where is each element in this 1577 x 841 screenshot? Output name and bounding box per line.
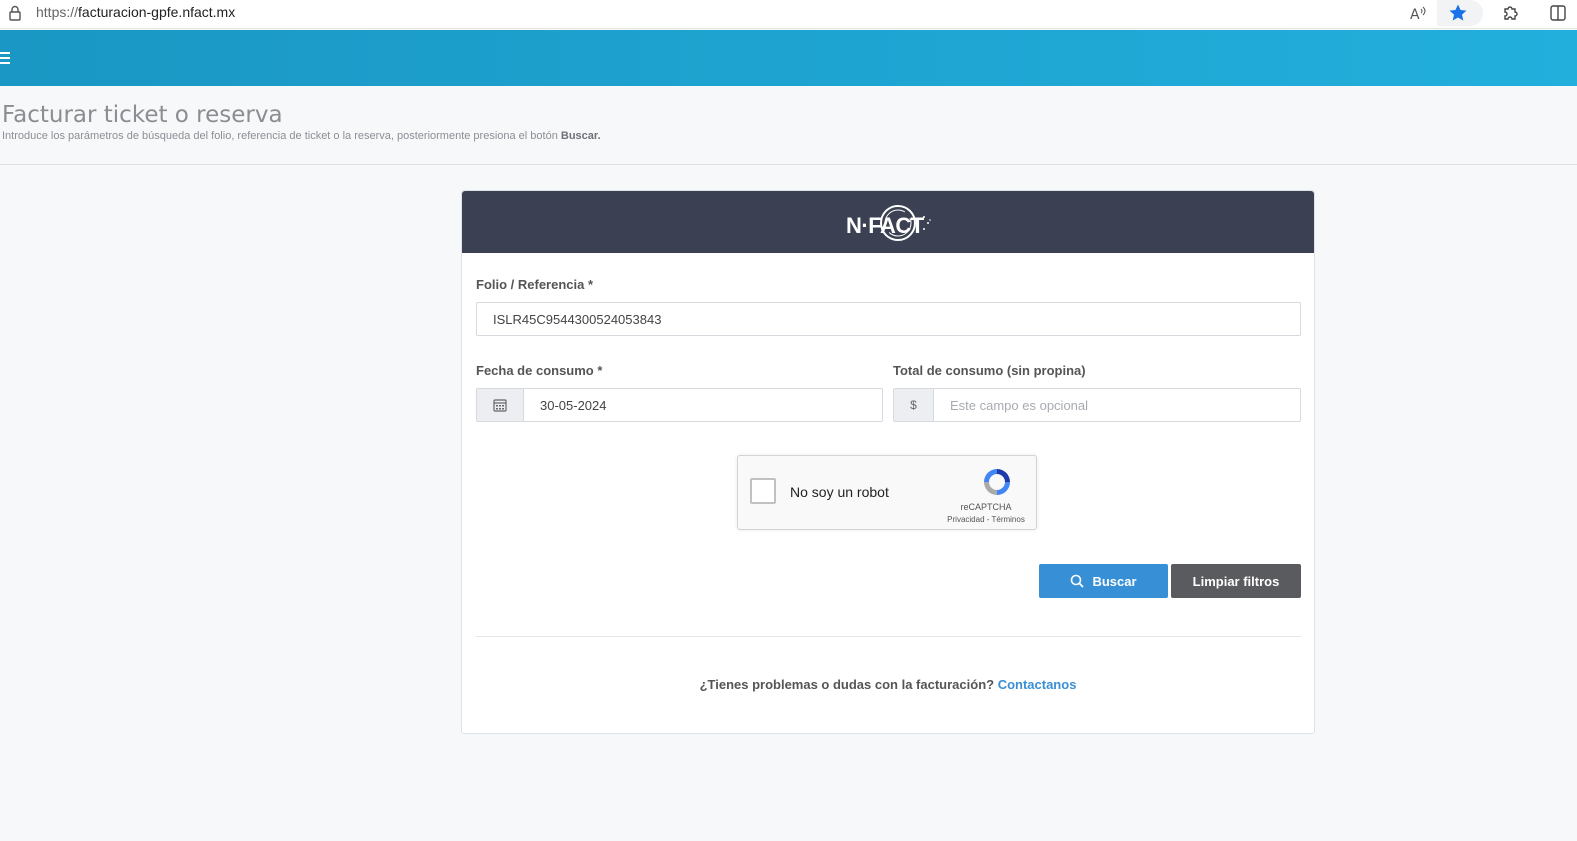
page-title: Facturar ticket o reserva [2, 102, 283, 128]
contact-link[interactable]: Contactanos [998, 677, 1077, 692]
app-header [0, 30, 1577, 86]
recaptcha-links[interactable]: Privacidad - Términos [934, 515, 1038, 524]
card-header: N·FACT [462, 191, 1314, 253]
read-aloud-icon[interactable]: A [1408, 3, 1428, 23]
page-header: Facturar ticket o reserva Introduce los … [0, 86, 1577, 165]
search-button[interactable]: Buscar [1039, 564, 1168, 598]
page-subtitle-text: Introduce los parámetros de búsqueda del… [2, 130, 561, 142]
favorite-star-icon[interactable] [1448, 3, 1468, 23]
total-input[interactable] [933, 388, 1301, 422]
extensions-icon[interactable] [1501, 3, 1521, 23]
browser-address-bar: https://facturacion-gpfe.nfact.mx A [0, 0, 1577, 29]
menu-hamburger-icon[interactable] [0, 52, 10, 64]
divider [476, 636, 1301, 637]
total-label: Total de consumo (sin propina) [893, 363, 1086, 378]
currency-addon: $ [893, 388, 934, 422]
recaptcha-label: No soy un robot [790, 484, 889, 500]
recaptcha-widget: No soy un robot reCAPTCHA Privacidad - T… [737, 455, 1037, 530]
fecha-input[interactable] [523, 388, 883, 422]
help-text: ¿Tienes problemas o dudas con la factura… [462, 677, 1314, 692]
search-button-label: Buscar [1092, 573, 1137, 589]
svg-text:A: A [1410, 7, 1420, 23]
help-question: ¿Tienes problemas o dudas con la factura… [699, 677, 998, 692]
recaptcha-logo-icon [984, 469, 1010, 495]
url-protocol: https:// [36, 4, 79, 20]
lock-icon[interactable] [8, 5, 22, 21]
folio-label: Folio / Referencia * [476, 277, 594, 292]
page-subtitle: Introduce los parámetros de búsqueda del… [2, 130, 601, 142]
calendar-addon[interactable] [476, 388, 524, 422]
folio-input[interactable] [476, 302, 1301, 336]
invoice-search-card: N·FACT Folio / Referencia * Fecha de con… [461, 190, 1315, 734]
url-text[interactable]: https://facturacion-gpfe.nfact.mx [36, 4, 235, 20]
split-screen-icon[interactable] [1548, 3, 1568, 23]
recaptcha-brand: reCAPTCHA [960, 502, 1012, 512]
nfact-logo-icon: N·FACT [846, 205, 931, 241]
search-icon [1071, 574, 1085, 588]
fecha-label: Fecha de consumo * [476, 363, 603, 378]
calendar-icon [493, 399, 507, 412]
recaptcha-checkbox[interactable] [750, 478, 776, 504]
url-host: facturacion-gpfe.nfact.mx [78, 4, 236, 20]
clear-filters-button[interactable]: Limpiar filtros [1171, 564, 1301, 598]
page-subtitle-bold: Buscar. [560, 130, 601, 142]
